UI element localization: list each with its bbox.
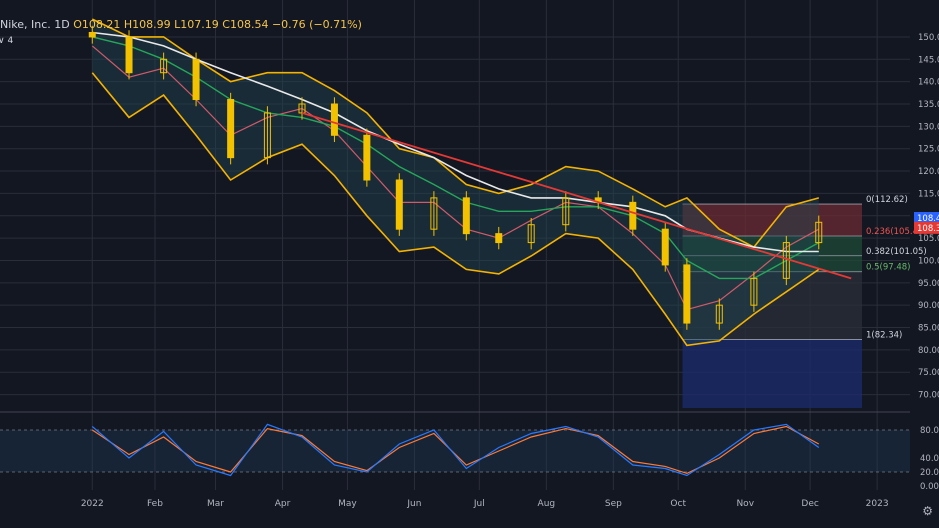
time-tick-label: Apr (275, 499, 291, 509)
time-tick-label: 2023 (866, 499, 889, 509)
price-tick-label: 115.00 (918, 189, 939, 199)
fib-level-label: 0.382(101.05) (866, 247, 927, 257)
fib-level-label: 0(112.62) (866, 195, 908, 205)
price-tick-label: 95.00 (918, 279, 939, 289)
stoch-tick-label: 20.00 (920, 468, 939, 478)
time-tick-label: Nov (736, 499, 754, 509)
candle-body (227, 99, 235, 159)
time-tick-label: Sep (605, 499, 622, 509)
second-price-label: 108.34 (917, 224, 939, 234)
price-tick-label: 125.00 (918, 145, 939, 155)
price-tick-label: 135.00 (918, 100, 939, 110)
stoch-tick-label: 0.00 (920, 482, 939, 492)
candle-body (629, 201, 637, 230)
time-tick-label: Feb (147, 499, 163, 509)
fib-level-label: 0.5(97.48) (866, 263, 910, 273)
candle-body (495, 233, 503, 244)
candle-body (363, 134, 371, 181)
price-tick-label: 80.00 (918, 346, 939, 356)
gear-icon[interactable]: ⚙ (922, 504, 933, 518)
price-tick-label: 100.00 (918, 256, 939, 266)
interval-label[interactable]: 1D (54, 18, 69, 31)
bollinger-bands (91, 18, 820, 347)
candle-body (192, 58, 200, 101)
time-tick-label: Oct (670, 499, 686, 509)
price-tick-label: 130.00 (918, 122, 939, 132)
price-tick-label: 120.00 (918, 167, 939, 177)
bollinger-fill (92, 19, 819, 346)
price-tick-label: 140.00 (918, 78, 939, 88)
fib-zone (682, 339, 862, 408)
candle-body (683, 264, 691, 324)
chart-header: Nike, Inc. 1D O108.21 H108.99 L107.19 C1… (0, 18, 362, 31)
price-tick-label: 70.00 (918, 391, 939, 401)
price-chart[interactable]: 0(112.62)0.236(105.48)0.382(101.05)0.5(9… (0, 0, 939, 528)
symbol-name[interactable]: Nike, Inc. (0, 18, 51, 31)
price-tick-label: 150.00 (918, 33, 939, 43)
time-tick-label: Aug (538, 499, 556, 509)
indicator-collapse-toggle[interactable]: ∨ 4 (0, 36, 13, 46)
candle-body (395, 179, 403, 230)
price-tick-label: 75.00 (918, 368, 939, 378)
price-tick-label: 105.00 (918, 234, 939, 244)
candle-body (661, 228, 669, 266)
time-tick-label: 2022 (81, 499, 104, 509)
price-tick-label: 145.00 (918, 55, 939, 65)
stoch-tick-label: 40.00 (920, 454, 939, 464)
time-tick-label: May (338, 499, 357, 509)
stoch-tick-label: 80.00 (920, 426, 939, 436)
time-tick-label: Mar (207, 499, 224, 509)
candle-body (462, 197, 470, 235)
ohlc-readout: O108.21 H108.99 L107.19 C108.54 −0.76 (−… (73, 18, 362, 31)
time-tick-label: Dec (801, 499, 818, 509)
candle-body (330, 103, 338, 136)
time-tick-label: Jul (473, 499, 485, 509)
stochastic-pane (0, 423, 910, 477)
candle-body (88, 31, 96, 38)
time-tick-label: Jun (406, 499, 421, 509)
price-tick-label: 85.00 (918, 324, 939, 334)
price-tick-label: 90.00 (918, 301, 939, 311)
candle-body (125, 36, 133, 74)
fib-level-label: 1(82.34) (866, 330, 902, 340)
